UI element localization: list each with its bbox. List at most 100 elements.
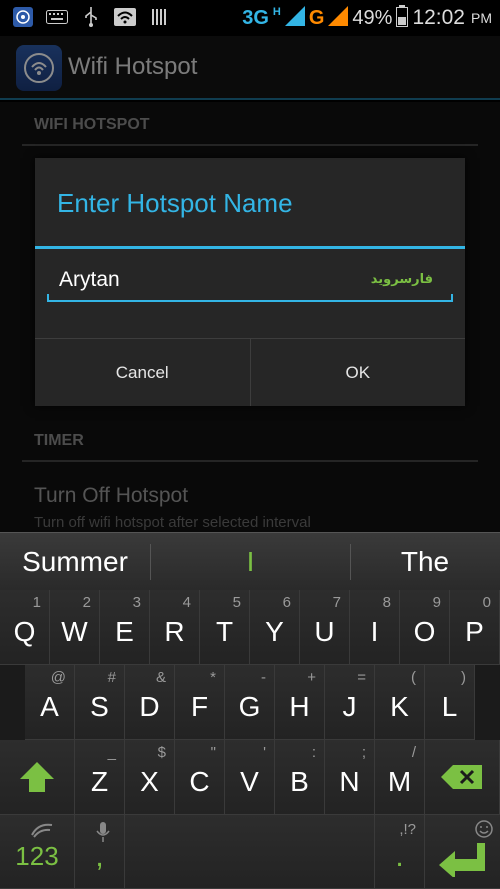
key-hint: ) bbox=[461, 669, 466, 686]
clock-ampm: PM bbox=[471, 10, 492, 26]
key-label: U bbox=[314, 616, 335, 647]
wifi-icon bbox=[114, 6, 136, 28]
key-label: D bbox=[139, 691, 160, 722]
key-hint: ( bbox=[411, 669, 416, 686]
usb-icon bbox=[80, 6, 102, 28]
key-x[interactable]: $ X bbox=[125, 740, 175, 815]
key-u[interactable]: 7U bbox=[300, 590, 350, 665]
key-h[interactable]: + H bbox=[275, 665, 325, 740]
key-label: X bbox=[140, 766, 159, 797]
dialog-title: Enter Hotspot Name bbox=[57, 188, 293, 218]
key-hint: / bbox=[411, 744, 416, 761]
key-k[interactable]: (K bbox=[375, 665, 425, 740]
key-hint: - bbox=[261, 669, 266, 686]
key-hint: 6 bbox=[282, 594, 291, 611]
key-i[interactable]: 8I bbox=[350, 590, 400, 665]
key-label: V bbox=[240, 766, 259, 797]
period-key-label: . bbox=[395, 839, 404, 873]
space-key[interactable] bbox=[125, 815, 375, 889]
battery-percent: 49% bbox=[352, 6, 393, 29]
battery-icon bbox=[396, 5, 409, 31]
hotspot-name-value: Arytan bbox=[59, 268, 120, 291]
key-g[interactable]: -G bbox=[225, 665, 275, 740]
key-label: Z bbox=[90, 766, 109, 797]
key-hint: 8 bbox=[382, 594, 391, 611]
suggestion-left[interactable]: Summer bbox=[0, 533, 150, 591]
key-label: S bbox=[90, 691, 109, 722]
signal-icon-1 bbox=[284, 6, 305, 30]
key-label: R bbox=[164, 616, 185, 647]
key-hint: + bbox=[307, 669, 316, 686]
key-b[interactable]: :B bbox=[275, 740, 325, 815]
comma-key[interactable]: , bbox=[75, 815, 125, 889]
key-o[interactable]: 9O bbox=[400, 590, 450, 665]
key-hint: * bbox=[210, 669, 216, 686]
numbers-key[interactable]: 123 bbox=[0, 815, 75, 889]
key-n[interactable]: ; N bbox=[325, 740, 375, 815]
key-f[interactable]: * F bbox=[175, 665, 225, 740]
key-label: I bbox=[370, 616, 379, 647]
key-hint: ' bbox=[263, 744, 266, 761]
key-v[interactable]: ' V bbox=[225, 740, 275, 815]
key-label: B bbox=[290, 766, 309, 797]
key-a[interactable]: @ A bbox=[25, 665, 75, 740]
shift-key[interactable] bbox=[0, 740, 75, 815]
key-label: O bbox=[413, 616, 436, 647]
dialog-button-bar: Cancel OK bbox=[35, 338, 465, 406]
key-d[interactable]: & D bbox=[125, 665, 175, 740]
key-hint: 7 bbox=[332, 594, 341, 611]
key-hint: $ bbox=[157, 744, 166, 761]
keyboard-row-1: 1Q 2W 3E 4R 5T 6Y 7U 8I 9O 0P bbox=[0, 590, 500, 665]
key-s[interactable]: # S bbox=[75, 665, 125, 740]
key-hint: 0 bbox=[482, 594, 491, 611]
keyboard: 1Q 2W 3E 4R 5T 6Y 7U 8I 9O 0P @ A # S & D *… bbox=[0, 590, 500, 889]
key-e[interactable]: 3E bbox=[100, 590, 150, 665]
hotspot-icon bbox=[12, 6, 34, 28]
key-hint: _ bbox=[107, 744, 116, 761]
network-g-label: G bbox=[308, 6, 325, 29]
keyboard-row-4: 123 , ,!? . bbox=[0, 815, 500, 889]
key-j[interactable]: = J bbox=[325, 665, 375, 740]
input-underline-cap-left bbox=[47, 294, 49, 302]
key-p[interactable]: 0P bbox=[450, 590, 500, 665]
enter-key[interactable] bbox=[425, 815, 500, 889]
key-label: J bbox=[342, 691, 357, 722]
key-hint: & bbox=[155, 669, 166, 686]
key-label: G bbox=[238, 691, 261, 722]
key-r[interactable]: 4R bbox=[150, 590, 200, 665]
cancel-button[interactable]: Cancel bbox=[35, 339, 250, 406]
key-label: A bbox=[40, 691, 59, 722]
key-label: F bbox=[190, 691, 209, 722]
key-w[interactable]: 2W bbox=[50, 590, 100, 665]
key-hint: = bbox=[357, 669, 366, 686]
key-t[interactable]: 5T bbox=[200, 590, 250, 665]
key-y[interactable]: 6Y bbox=[250, 590, 300, 665]
period-key-hint: ,!? bbox=[399, 821, 416, 838]
period-key[interactable]: ,!? . bbox=[375, 815, 425, 889]
key-hint: 9 bbox=[432, 594, 441, 611]
key-label: E bbox=[115, 616, 134, 647]
key-hint: : bbox=[311, 744, 316, 761]
hotspot-name-input[interactable]: Arytan فارسروید bbox=[47, 262, 453, 302]
ok-button[interactable]: OK bbox=[249, 339, 466, 406]
key-c[interactable]: " C bbox=[175, 740, 225, 815]
key-m[interactable]: / M bbox=[375, 740, 425, 815]
input-underline-cap-right bbox=[451, 294, 453, 302]
key-l[interactable]: ) L bbox=[425, 665, 475, 740]
key-hint: 4 bbox=[182, 594, 191, 611]
suggestion-middle[interactable]: I bbox=[151, 533, 350, 591]
key-hint: # bbox=[107, 669, 116, 686]
sim-icon bbox=[148, 6, 170, 28]
key-hint: 3 bbox=[132, 594, 141, 611]
key-z[interactable]: _ Z bbox=[75, 740, 125, 815]
backspace-key[interactable] bbox=[425, 740, 500, 815]
watermark-logo: فارسروید bbox=[371, 272, 433, 287]
suggestion-right[interactable]: The bbox=[351, 533, 499, 591]
emoji-icon bbox=[474, 819, 494, 843]
key-q[interactable]: 1Q bbox=[0, 590, 50, 665]
key-hint: @ bbox=[50, 669, 66, 686]
signal-icon-2 bbox=[328, 6, 349, 30]
status-indicators: 3G H G 49% 12:02 PM bbox=[242, 4, 492, 32]
key-hint: ; bbox=[361, 744, 366, 761]
key-label: W bbox=[61, 616, 88, 647]
